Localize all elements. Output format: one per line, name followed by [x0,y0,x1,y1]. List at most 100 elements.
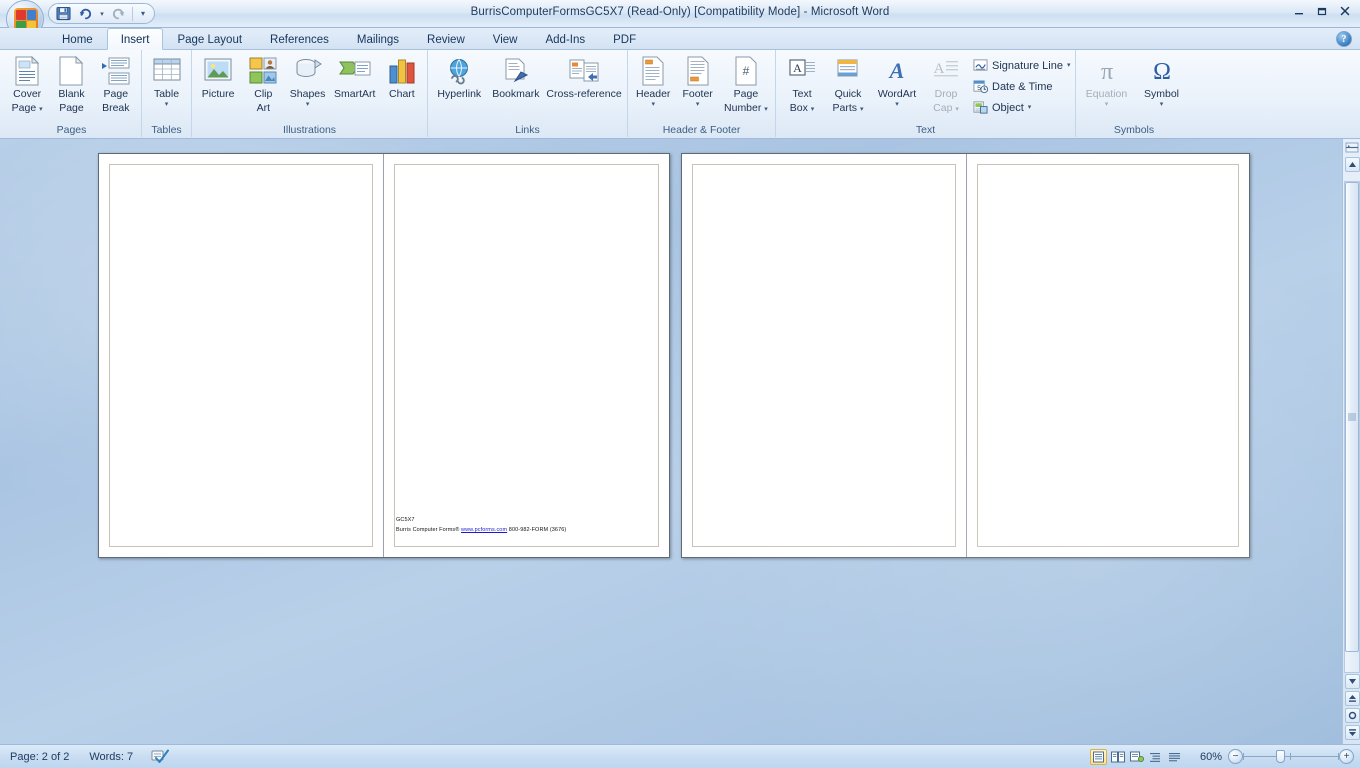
cross-reference-icon [568,55,600,87]
window-controls [1288,2,1356,20]
smartart-button[interactable]: SmartArt [330,53,380,101]
document-page-2[interactable]: GC5X7 Burris Computer Forms® www.pcforms… [383,154,669,557]
document-text-line-1: GC5X7 [396,517,415,523]
status-bar-right: 60% − + [1087,748,1354,766]
button-label: Quick [834,88,862,100]
signature-line-button[interactable]: Signature Line ▾ [969,55,1074,76]
tab-pdf[interactable]: PDF [599,28,650,50]
shapes-button[interactable]: Shapes ▾ [285,53,329,108]
zoom-slider-track[interactable] [1243,749,1339,764]
document-hyperlink[interactable]: www.pcforms.com [461,527,507,533]
zoom-slider-thumb[interactable] [1276,750,1285,763]
document-canvas[interactable]: GC5X7 Burris Computer Forms® www.pcforms… [0,139,1342,744]
button-label: Signature Line [992,59,1063,72]
help-icon[interactable]: ? [1336,31,1352,47]
zoom-out-button[interactable]: − [1228,749,1243,764]
previous-page-button[interactable] [1344,691,1360,706]
tab-add-ins[interactable]: Add-Ins [531,28,599,50]
quick-parts-button[interactable]: Quick Parts ▾ [825,53,871,114]
svg-text:#: # [743,64,750,78]
date-time-icon: 5 [973,79,988,94]
hyperlink-button[interactable]: Hyperlink [431,53,488,101]
blank-page-button[interactable]: Blank Page [49,53,93,114]
button-label: Page [103,88,129,100]
draft-view-button[interactable] [1166,749,1183,765]
page-number-button[interactable]: # Page Number ▾ [720,53,772,114]
button-label: Hyperlink [437,88,482,100]
tab-references[interactable]: References [256,28,343,50]
document-page-4[interactable] [966,154,1249,557]
word-count[interactable]: Words: 7 [79,748,143,766]
chevron-down-icon: ▾ [1066,62,1071,69]
ribbon-group-links: Hyperlink Bookmark Cross-reference Links [428,50,628,137]
wordart-button[interactable]: A WordArt ▾ [871,53,923,114]
help-label: ? [1341,33,1347,45]
zoom-level-label[interactable]: 60% [1192,751,1222,763]
zoom-in-button[interactable]: + [1339,749,1354,764]
print-layout-view-button[interactable] [1090,748,1107,765]
page-spread-2 [681,153,1250,558]
table-button[interactable]: Table ▾ [145,53,188,108]
minimize-button[interactable] [1288,2,1310,20]
object-button[interactable]: Object ▾ [969,97,1074,118]
ribbon-group-symbols: π Equation ▾ Ω Symbol ▾ Symbols [1076,50,1192,137]
zoom-tick [1290,753,1291,760]
proofing-status-icon[interactable] [143,748,177,766]
document-page-1[interactable] [99,154,383,557]
document-page-3[interactable] [682,154,966,557]
equation-button[interactable]: π Equation ▾ [1081,53,1133,108]
page-indicator[interactable]: Page: 2 of 2 [0,748,79,766]
tab-view[interactable]: View [479,28,532,50]
button-label: Cover [13,88,42,100]
word-window: ▾ ▾ BurrisComputerFormsGC5X7 (Read-Only)… [0,0,1360,768]
chevron-down-icon: ▾ [1027,104,1032,111]
scroll-down-button[interactable] [1344,674,1360,689]
outline-view-button[interactable] [1147,749,1164,765]
date-and-time-button[interactable]: 5 Date & Time [969,76,1074,97]
text-box-button[interactable]: A Text Box ▾ [779,53,825,114]
scroll-up-button[interactable] [1344,157,1360,172]
next-page-button[interactable] [1344,725,1360,740]
clip-art-icon [249,55,277,87]
drop-cap-icon: A [932,55,960,87]
tab-home[interactable]: Home [48,28,107,50]
picture-button[interactable]: Picture [195,53,241,101]
ribbon-group-illustrations: Picture Clip Art Shapes ▾ SmartArt Chart… [192,50,428,137]
tab-mailings[interactable]: Mailings [343,28,413,50]
zoom-slider[interactable]: − + [1228,749,1354,764]
bookmark-button[interactable]: Bookmark [488,53,545,101]
zoom-track-line [1243,756,1339,757]
cover-page-button[interactable]: Cover Page ▾ [5,53,49,114]
zoom-tick [1243,753,1244,760]
shapes-icon [293,55,323,87]
vertical-scrollbar[interactable] [1342,139,1360,744]
symbol-button[interactable]: Ω Symbol ▾ [1136,53,1188,108]
scrollbar-track[interactable] [1344,181,1360,673]
scrollbar-thumb[interactable] [1345,182,1359,652]
full-screen-reading-view-button[interactable] [1109,749,1126,765]
chart-button[interactable]: Chart [380,53,424,101]
button-label: Header [635,88,671,100]
scrollbar-top-controls [1344,141,1360,175]
button-label-2: Box ▾ [789,101,815,114]
page-break-icon [101,55,131,87]
ribbon-tabs: Home Insert Page Layout References Maili… [48,28,650,50]
clip-art-button[interactable]: Clip Art [241,53,285,114]
split-window-handle[interactable] [1345,141,1359,155]
restore-button[interactable] [1311,2,1333,20]
cross-reference-button[interactable]: Cross-reference [544,53,624,101]
close-button[interactable] [1334,2,1356,20]
header-button[interactable]: Header ▾ [631,53,675,108]
footer-button[interactable]: Footer ▾ [675,53,719,108]
button-label-2: Page ▾ [11,101,43,114]
tab-insert[interactable]: Insert [106,28,164,50]
button-label: Drop [934,88,958,100]
select-browse-object-button[interactable] [1344,708,1360,723]
page-break-button[interactable]: Page Break [94,53,138,114]
tab-review[interactable]: Review [413,28,479,50]
web-layout-view-button[interactable] [1128,749,1145,765]
button-label: Date & Time [992,80,1053,93]
tab-page-layout[interactable]: Page Layout [163,28,256,50]
drop-cap-button[interactable]: A Drop Cap ▾ [923,53,969,114]
tab-label: PDF [613,34,637,46]
